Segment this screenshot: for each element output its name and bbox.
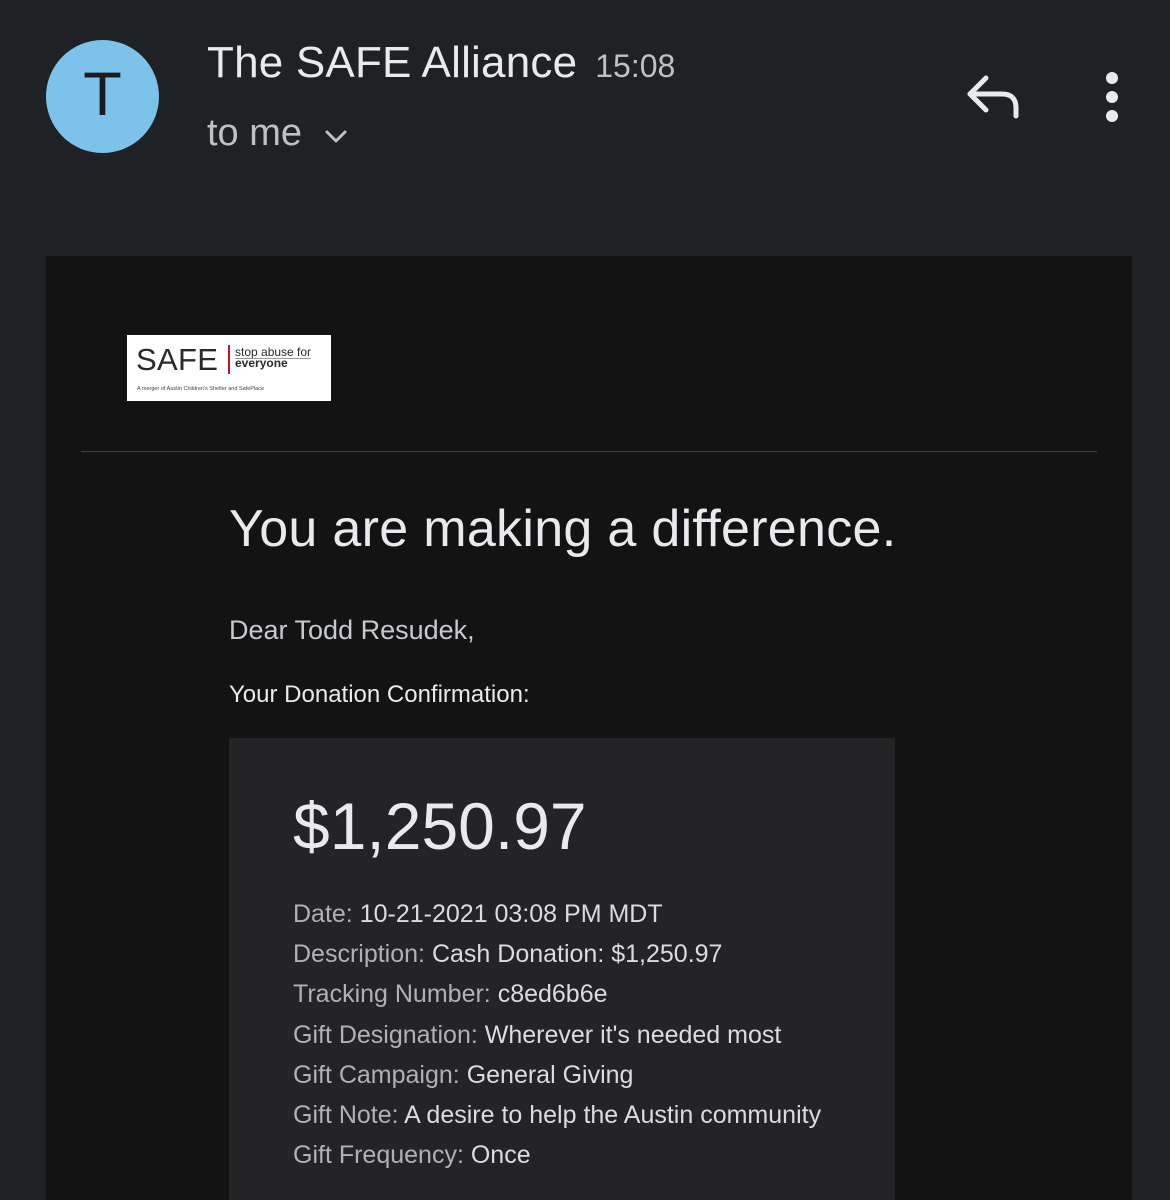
detail-value: 10-21-2021 03:08 PM MDT [359,900,663,928]
detail-value: Once [470,1141,531,1170]
detail-key: Gift Frequency: [293,1141,471,1170]
confirmation-label: Your Donation Confirmation: [229,681,530,708]
detail-row-date: Date: 10-21-2021 03:08 PM MDT [293,894,821,934]
logo-tagline-bottom: everyone [235,356,288,370]
detail-value: c8ed6b6e [497,980,608,1009]
detail-row-campaign: Gift Campaign: General Giving [293,1055,821,1095]
donation-receipt: $1,250.97 Date: 10-21-2021 03:08 PM MDT … [229,738,895,1200]
more-vert-icon[interactable] [1092,68,1132,128]
sender-line: The SAFE Alliance 15:08 [207,38,675,88]
detail-key: Gift Designation: [293,1020,485,1049]
detail-value: A desire to help the Austin community [404,1101,822,1130]
detail-row-frequency: Gift Frequency: Once [293,1135,821,1175]
reply-icon[interactable] [960,66,1026,126]
recipient-label: to me [207,112,303,154]
avatar-letter: T [84,60,121,129]
detail-row-description: Description: Cash Donation: $1,250.97 [293,934,821,974]
detail-key: Gift Note: [293,1101,405,1130]
detail-row-note: Gift Note: A desire to help the Austin c… [293,1095,821,1135]
chevron-down-icon [325,130,347,142]
detail-row-designation: Gift Designation: Wherever it's needed m… [293,1015,821,1055]
detail-row-tracking: Tracking Number: c8ed6b6e [293,974,821,1014]
receipt-details: Date: 10-21-2021 03:08 PM MDT Descriptio… [293,894,821,1175]
detail-key: Gift Campaign: [293,1060,467,1089]
detail-value: General Giving [466,1060,634,1089]
email-body: SAFE stop abuse for everyone A merger of… [46,256,1132,1200]
email-time: 15:08 [595,48,676,84]
section-divider [81,451,1097,452]
detail-value: Wherever it's needed most [484,1020,782,1049]
logo-wordmark: SAFE [136,342,219,377]
detail-key: Date: [293,900,360,928]
logo-merger-text: A merger of Austin Children's Shelter an… [137,386,265,392]
greeting: Dear Todd Resudek, [229,615,475,645]
detail-key: Tracking Number: [293,980,498,1009]
sender-avatar[interactable]: T [46,40,159,153]
sender-name[interactable]: The SAFE Alliance [207,38,577,88]
detail-value: Cash Donation: $1,250.97 [431,940,723,969]
safe-logo[interactable]: SAFE stop abuse for everyone A merger of… [127,335,331,401]
detail-key: Description: [293,940,432,969]
email-headline: You are making a difference. [229,500,897,558]
donation-amount: $1,250.97 [293,789,587,863]
recipient-toggle[interactable]: to me [207,112,348,155]
logo-accent-bar [228,345,230,374]
email-screen: T The SAFE Alliance 15:08 to me SAFE sto… [0,0,1170,1200]
